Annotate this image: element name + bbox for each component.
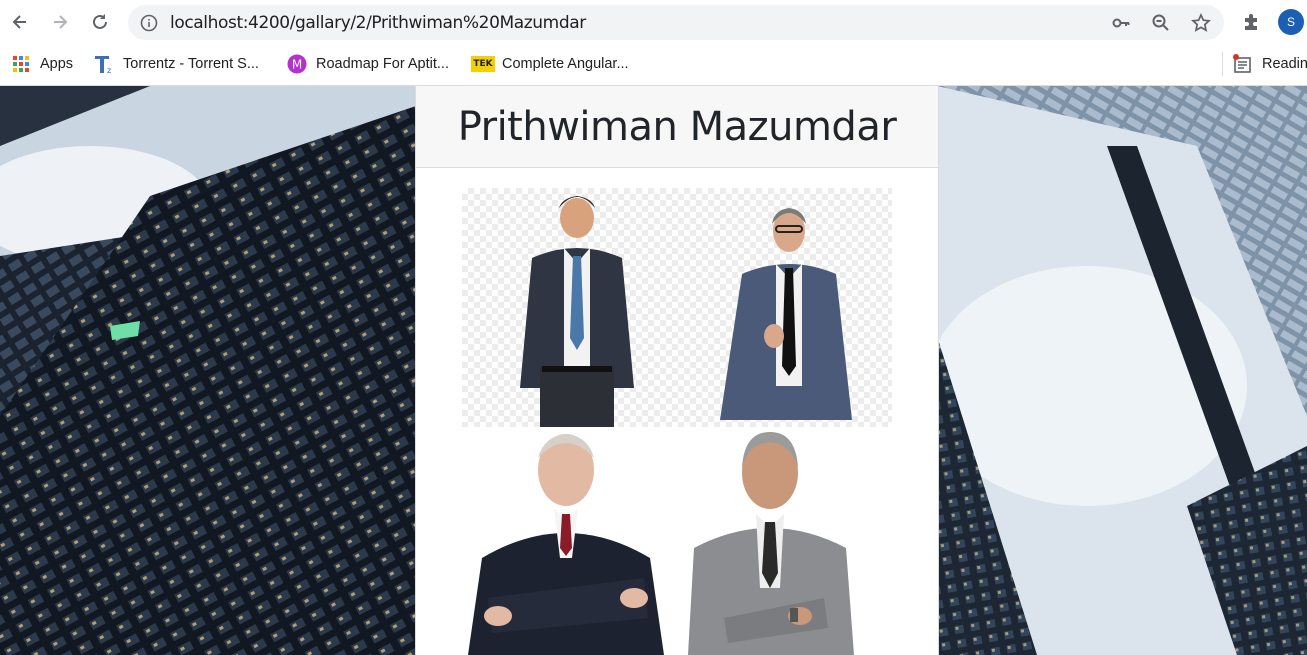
key-icon[interactable]	[1110, 12, 1132, 34]
back-arrow-icon	[12, 15, 26, 29]
photo-2[interactable]	[712, 196, 862, 420]
reading-list-label: Readin	[1262, 56, 1307, 72]
bookmark-roadmap[interactable]: M Roadmap For Aptit...	[286, 53, 449, 75]
bookmark-label: Complete Angular...	[502, 56, 629, 72]
puzzle-icon	[1245, 14, 1257, 30]
skyscraper-left-image	[0, 86, 416, 655]
bookmark-label: Torrentz - Torrent S...	[123, 56, 259, 72]
page-background: Prithwiman Mazumdar	[0, 86, 1307, 655]
photo-strip-top	[462, 188, 892, 427]
page-title: Prithwiman Mazumdar	[457, 103, 897, 150]
url-text[interactable]: localhost:4200/gallary/2/Prithwiman%20Ma…	[170, 13, 586, 33]
reading-list-icon	[1232, 53, 1254, 75]
photo-4[interactable]	[684, 428, 856, 655]
info-icon[interactable]	[138, 12, 160, 34]
photo-1[interactable]	[502, 188, 652, 427]
star-bookmark-icon[interactable]	[1190, 12, 1212, 34]
bookmark-label: Apps	[40, 56, 74, 72]
bookmark-torrentz[interactable]: z Torrentz - Torrent S...	[93, 53, 259, 75]
address-bar[interactable]: localhost:4200/gallary/2/Prithwiman%20Ma…	[128, 5, 1224, 40]
bookmark-apps[interactable]: Apps	[10, 53, 73, 75]
bookmarks-bar: Apps z Torrentz - Torrent S... M Roadmap…	[0, 44, 1307, 86]
browser-toolbar: localhost:4200/gallary/2/Prithwiman%20Ma…	[0, 0, 1307, 44]
torrentz-icon: z	[93, 53, 115, 75]
apps-grid-icon	[10, 53, 32, 75]
profile-avatar[interactable]: S	[1278, 9, 1304, 35]
extensions-button[interactable]	[1237, 8, 1265, 36]
photo-3[interactable]	[468, 428, 664, 655]
forward-arrow-icon	[54, 15, 68, 29]
reading-list-button[interactable]: Readin	[1232, 53, 1307, 75]
back-button[interactable]	[6, 8, 34, 36]
forward-button[interactable]	[46, 8, 74, 36]
reload-button[interactable]	[86, 8, 114, 36]
gallery-card: Prithwiman Mazumdar	[415, 86, 939, 655]
bookmark-label: Roadmap For Aptit...	[316, 56, 449, 72]
zoom-icon[interactable]	[1150, 12, 1172, 34]
tek-icon-text: TEK	[471, 56, 495, 72]
reload-icon	[93, 14, 107, 29]
bookmark-angular[interactable]: TEK Complete Angular...	[471, 53, 629, 75]
bookmarks-divider	[1222, 52, 1223, 76]
skyscraper-right-image	[937, 86, 1307, 655]
card-header: Prithwiman Mazumdar	[416, 86, 938, 168]
svg-text:z: z	[107, 66, 111, 75]
m-icon-text: M	[292, 58, 302, 72]
m-circle-icon: M	[286, 53, 308, 75]
tek-icon: TEK	[471, 53, 495, 75]
